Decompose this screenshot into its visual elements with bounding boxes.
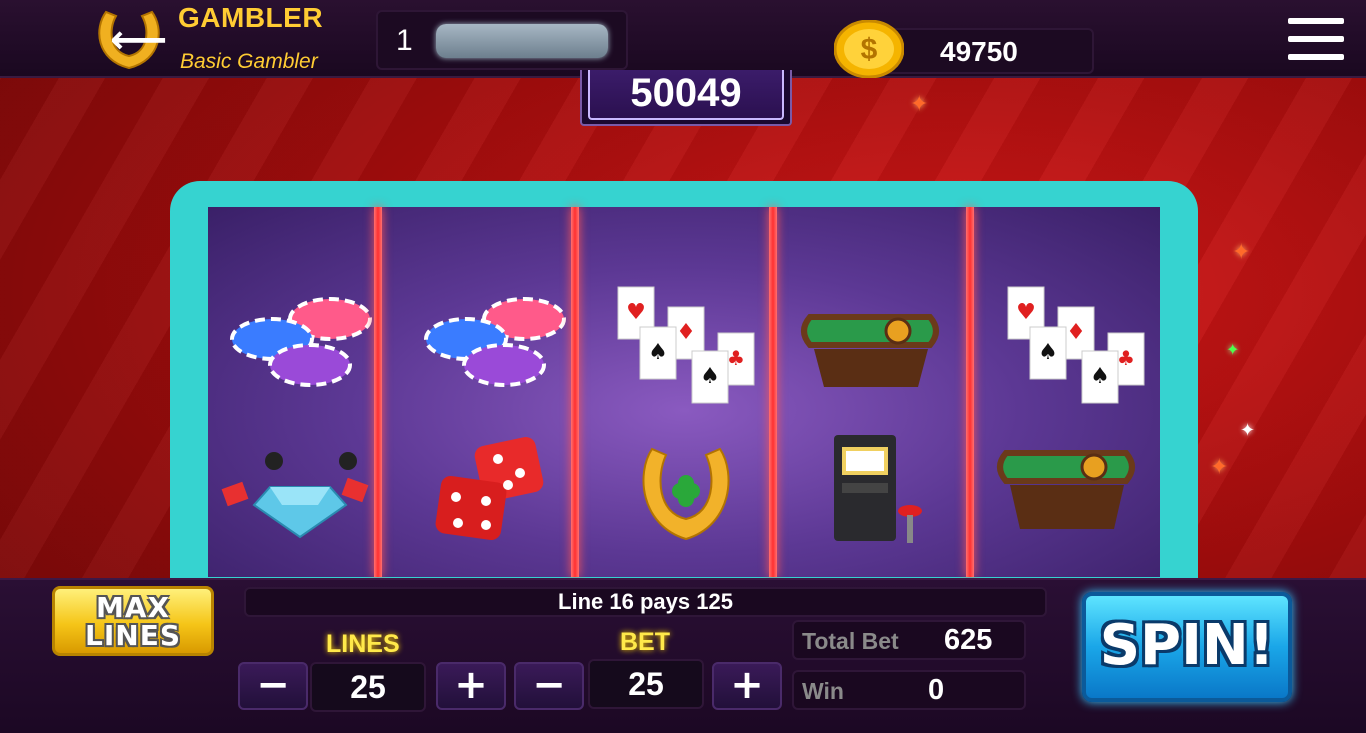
jackpot-panel: 50049	[580, 70, 792, 126]
svg-text:♥: ♥	[626, 300, 646, 325]
sparkle-icon: ✦	[1210, 455, 1229, 480]
hamburger-menu-icon[interactable]	[1288, 16, 1346, 64]
bet-label: BET	[620, 628, 670, 656]
reel-2	[404, 207, 594, 577]
sparkle-icon: ✦	[1240, 420, 1256, 441]
roulette-table-icon	[997, 450, 1135, 529]
spin-button[interactable]: SPIN!	[1082, 592, 1292, 702]
reel-4	[796, 207, 986, 577]
horseshoe-clover-icon	[642, 447, 730, 541]
svg-text:♠: ♠	[648, 340, 668, 365]
svg-text:♦: ♦	[1066, 320, 1086, 345]
total-bet-panel: Total Bet 625	[792, 620, 1026, 660]
dollar-coin-icon[interactable]: $	[834, 20, 904, 78]
back-arrow-icon[interactable]: ⟵	[110, 20, 167, 60]
svg-text:♣: ♣	[727, 346, 745, 370]
diamond-cards-icon	[221, 452, 369, 539]
svg-text:♠: ♠	[1090, 364, 1110, 389]
svg-text:$: $	[861, 33, 878, 66]
chips-icon	[424, 297, 566, 387]
lines-minus-button[interactable]: −	[238, 662, 308, 710]
reel-5: ♥ ♦ ♠ ♣ ♠	[992, 207, 1160, 577]
total-bet-value: 625	[944, 624, 993, 656]
reel-divider	[966, 207, 974, 577]
level-panel: 1	[376, 10, 628, 70]
bet-minus-button[interactable]: −	[514, 662, 584, 710]
max-lines-label-line1: MAX	[95, 591, 171, 624]
sparkle-icon: ✦	[910, 92, 929, 117]
jackpot-value: 50049	[588, 70, 784, 120]
lines-label: LINES	[326, 630, 400, 658]
svg-text:♠: ♠	[700, 364, 720, 389]
svg-text:♦: ♦	[676, 320, 696, 345]
xp-progress-bar	[436, 24, 608, 58]
svg-text:♠: ♠	[1038, 340, 1058, 365]
win-value: 0	[928, 674, 945, 706]
svg-text:♣: ♣	[1117, 346, 1135, 370]
brand-title: GAMBLER	[178, 2, 324, 33]
playing-cards-icon: ♥ ♦ ♠ ♣ ♠	[617, 286, 755, 404]
bet-plus-button[interactable]: +	[712, 662, 782, 710]
level-number: 1	[396, 24, 413, 57]
playing-cards-icon: ♥ ♦ ♠ ♣ ♠	[1007, 286, 1145, 404]
reel-1	[208, 207, 398, 577]
coin-balance: 49750	[940, 36, 1018, 67]
player-rank: Basic Gambler	[180, 50, 318, 73]
win-panel: Win 0	[792, 670, 1026, 710]
lines-value: 25	[310, 662, 426, 712]
dice-icon	[435, 437, 544, 541]
sparkle-icon: ✦	[1226, 340, 1240, 359]
svg-text:♥: ♥	[1016, 300, 1036, 325]
coin-balance-panel: 49750	[880, 28, 1094, 74]
reel-3: ♥ ♦ ♠ ♣ ♠	[600, 207, 790, 577]
lines-plus-button[interactable]: +	[436, 662, 506, 710]
reel-window: ♥ ♦ ♠ ♣ ♠ ♥ ♦ ♠ ♣ ♠	[208, 207, 1160, 577]
roulette-table-icon	[801, 314, 939, 387]
sparkle-icon: ✦	[1232, 240, 1251, 265]
max-lines-label-line2: LINES	[85, 619, 181, 652]
reel-divider	[571, 207, 579, 577]
max-lines-button[interactable]: MAX LINES	[52, 586, 214, 656]
pay-message: Line 16 pays 125	[244, 587, 1047, 617]
chips-icon	[230, 297, 372, 387]
bet-value: 25	[588, 659, 704, 709]
slot-machine-icon	[834, 435, 922, 543]
reel-divider	[374, 207, 382, 577]
total-bet-label: Total Bet	[802, 628, 899, 654]
win-label: Win	[802, 678, 844, 704]
reel-divider	[769, 207, 777, 577]
